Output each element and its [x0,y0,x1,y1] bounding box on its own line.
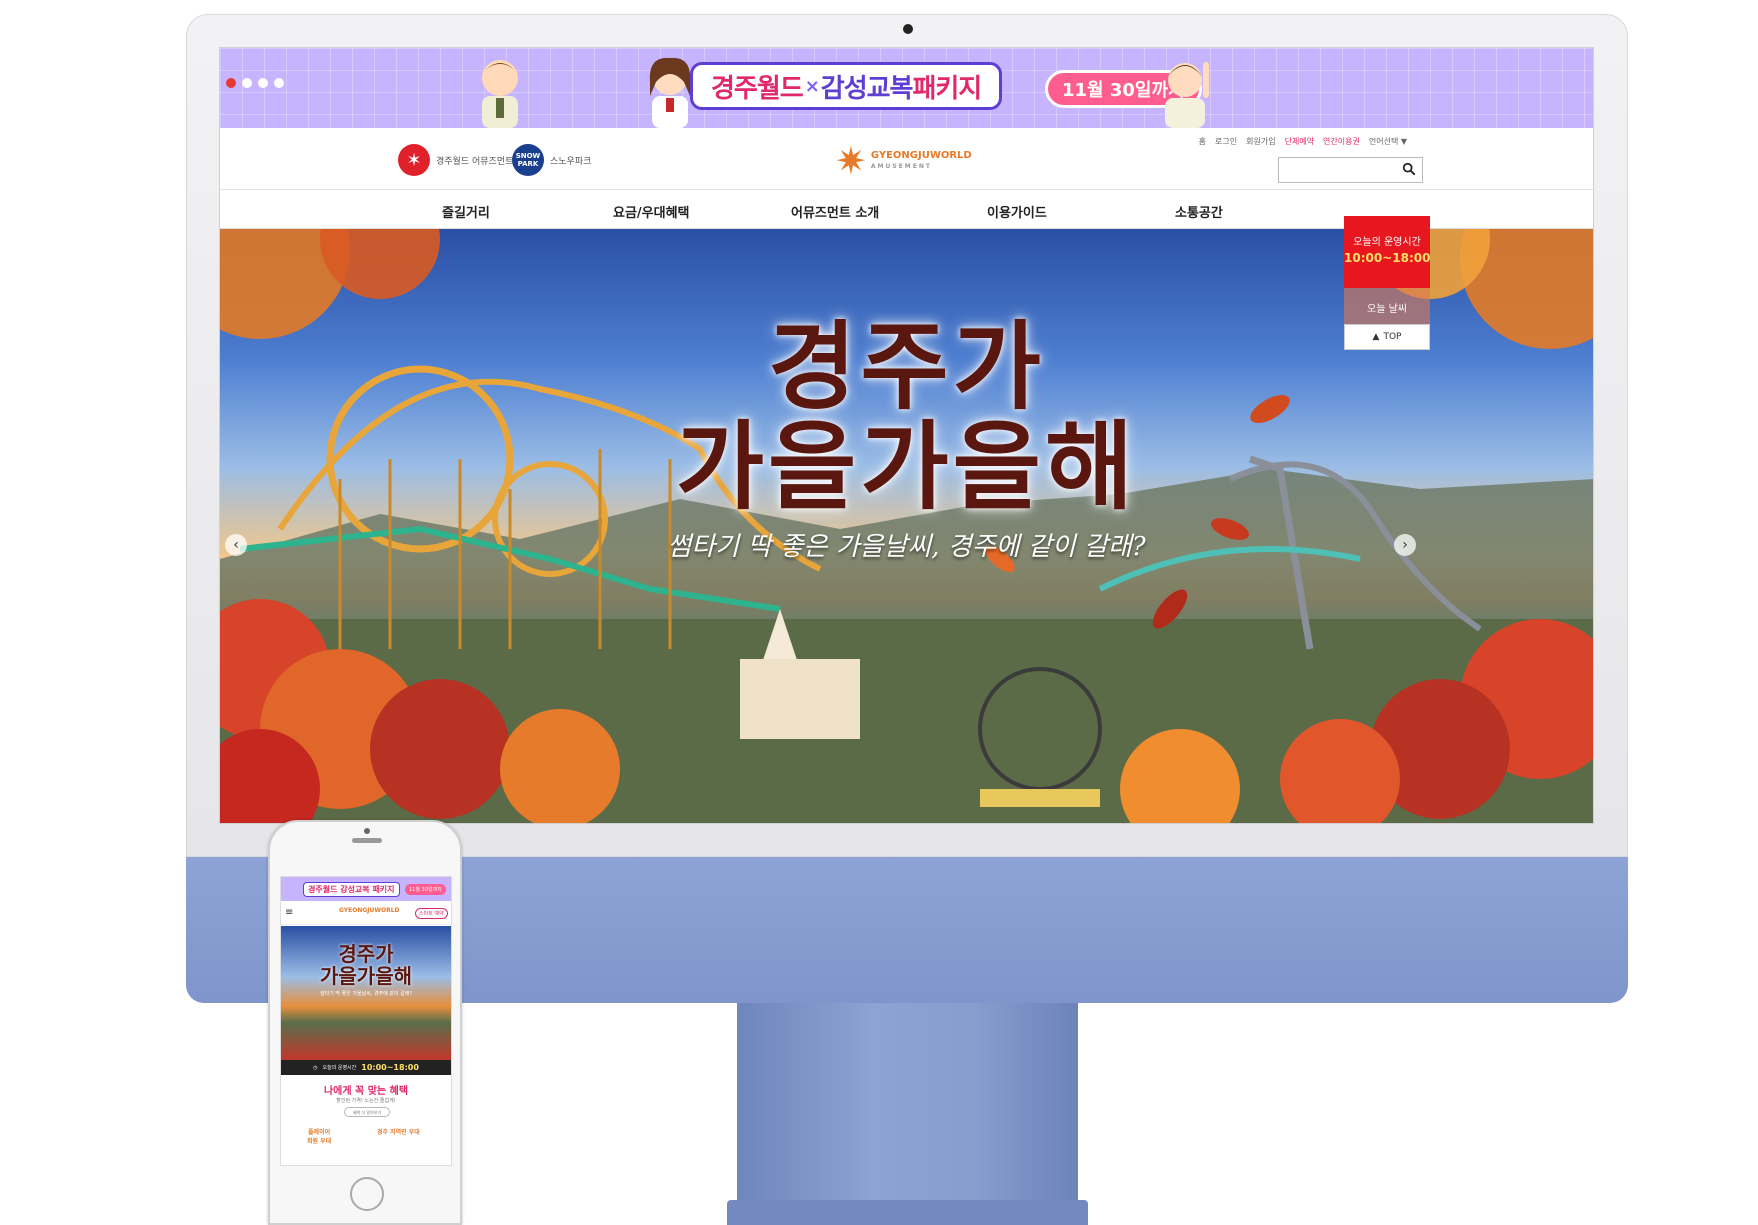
mobile-card-label: 회원 우대 [307,1138,332,1145]
hero-subtitle: 썸타기 딱 좋은 가을날씨, 경주에 같이 갈래? [667,532,1146,562]
mobile-hours-bar: ◷ 오늘의 운영시간 10:00~18:00 [281,1060,451,1075]
mobile-promo-date: 11월 30일까지 [405,884,446,895]
imac-stand-foot [727,1200,1088,1225]
util-signup-link[interactable]: 회원가입 [1246,136,1275,147]
promo-title-part: 경주월드 [711,73,804,104]
mobile-hero-subtitle: 썸타기 딱 좋은 가을날씨, 경주에 같이 갈래? [320,991,412,997]
brand-amusement-link[interactable]: ✶ 경주월드 어뮤즈먼트 [398,144,513,176]
promo-title: 경주월드 × 감성교복 패키지 [690,62,1003,110]
brand-snowpark-link[interactable]: SNOW PARK 스노우파크 [512,144,591,176]
promo-title-part: 감성교복 [820,73,914,104]
mobile-benefit-title: 나에게 꼭 맞는 혜택 [323,1086,409,1097]
mobile-hours-label: 오늘의 운영시간 [322,1065,357,1071]
mobile-hero-title: 가을가을해 [320,964,412,988]
promo-title-x: × [804,75,820,97]
operating-hours-value: 10:00~18:00 [1344,251,1431,265]
hamburger-menu-icon[interactable]: ≡ [285,907,293,918]
util-annual-link[interactable]: 연간이용권 [1323,136,1360,147]
util-group-link[interactable]: 단체예약 [1285,136,1314,147]
mobile-reserve-button[interactable]: 스마트 예약 [415,908,448,919]
promo-banner[interactable]: 경주월드 × 감성교복 패키지 11월 30일까지 [220,48,1593,128]
main-logo-title: GYEONGJUWORLD [870,150,972,161]
nav-item-about[interactable]: 어뮤즈먼트 소개 [791,202,879,221]
mobile-card-label: 플레이어 [308,1129,331,1136]
nav-item-guide[interactable]: 이용가이드 [987,202,1047,221]
mobile-promo-title: 경주월드 감성교복 패키지 [303,882,400,897]
promo-dot[interactable] [258,78,268,88]
main-logo[interactable]: ✷ GYEONGJUWORLD AMUSEMENT [835,142,972,180]
search-input[interactable] [1278,157,1423,183]
mobile-hero[interactable]: 경주가 가을가을해 썸타기 딱 좋은 가을날씨, 경주에 같이 갈래? [281,926,451,1060]
weather-widget[interactable]: 오늘 날씨 [1344,288,1430,324]
smartphone: 경주월드 감성교복 패키지 11월 30일까지 ≡ GYEONGJUWORLD … [268,820,462,1225]
brand-snowpark-label: 스노우파크 [550,156,592,167]
promo-dot-active[interactable] [226,78,236,88]
character-boy-illustration [482,60,518,128]
utility-menu: 홈 로그인 회원가입 단체예약 연간이용권 언어선택 ▼ [1199,136,1407,147]
operating-hours-widget[interactable]: 오늘의 운영시간 10:00~18:00 [1344,216,1430,288]
promo-pagination [226,78,284,88]
camera-icon [903,24,913,34]
home-button[interactable] [350,1177,384,1211]
operating-hours-label: 오늘의 운영시간 [1353,237,1421,248]
nav-item-pricing[interactable]: 요금/우대혜택 [613,202,690,221]
nav-item-attractions[interactable]: 즐길거리 [442,202,490,221]
front-camera-icon [364,828,370,834]
caret-up-icon: ▲ [1372,332,1380,342]
mobile-benefit-card[interactable]: 경주 지역민 우대 [377,1127,420,1136]
search-icon[interactable] [1402,162,1416,176]
scroll-top-label: TOP [1383,332,1402,342]
speaker-grille [352,838,382,843]
mobile-header: ≡ GYEONGJUWORLD 스마트 예약 [281,901,451,925]
nav-item-community[interactable]: 소통공간 [1175,202,1223,221]
star-logo-icon: ✷ [835,139,867,183]
scroll-top-button[interactable]: ▲ TOP [1344,324,1430,350]
mobile-card-label: 경주 지역민 우대 [377,1129,420,1136]
clock-icon: ◷ [313,1064,318,1071]
util-home-link[interactable]: 홈 [1199,136,1206,147]
snowpark-logo-icon: SNOW PARK [512,144,544,176]
mobile-hours-value: 10:00~18:00 [361,1063,419,1072]
carousel-prev-button[interactable]: ‹ [225,534,247,556]
mobile-logo[interactable]: GYEONGJUWORLD [339,907,400,914]
main-logo-subtitle: AMUSEMENT [870,163,932,170]
site-header: ✶ 경주월드 어뮤즈먼트 SNOW PARK 스노우파크 ✷ GYEONGJUW… [220,128,1593,190]
main-logo-text: GYEONGJUWORLD AMUSEMENT [871,150,972,172]
mobile-promo-banner[interactable]: 경주월드 감성교복 패키지 11월 30일까지 [281,877,451,901]
imac-stand [737,1000,1078,1225]
hero-title: 가을가을해 [675,411,1138,523]
promo-dot[interactable] [242,78,252,88]
desktop-screen: 경주월드 × 감성교복 패키지 11월 30일까지 ✶ 경주월드 어뮤즈먼트 S… [219,47,1594,824]
mobile-benefit-card[interactable]: 플레이어 회원 우대 [307,1127,331,1145]
util-login-link[interactable]: 로그인 [1215,136,1237,147]
mobile-screen: 경주월드 감성교복 패키지 11월 30일까지 ≡ GYEONGJUWORLD … [280,876,452,1166]
amusement-logo-icon: ✶ [398,144,430,176]
carousel-next-button[interactable]: › [1394,534,1416,556]
brand-amusement-label: 경주월드 어뮤즈먼트 [436,156,514,167]
promo-dot[interactable] [274,78,284,88]
mobile-benefit-subtitle: 할인된 가격! 노는건 즐겁게! [336,1098,396,1104]
character-boy2-illustration [1165,62,1209,128]
mobile-benefit-button[interactable]: 혜택 더 알아보기 [344,1107,390,1117]
util-language-select[interactable]: 언어선택 ▼ [1369,136,1407,147]
promo-title-part: 패키지 [912,73,982,104]
